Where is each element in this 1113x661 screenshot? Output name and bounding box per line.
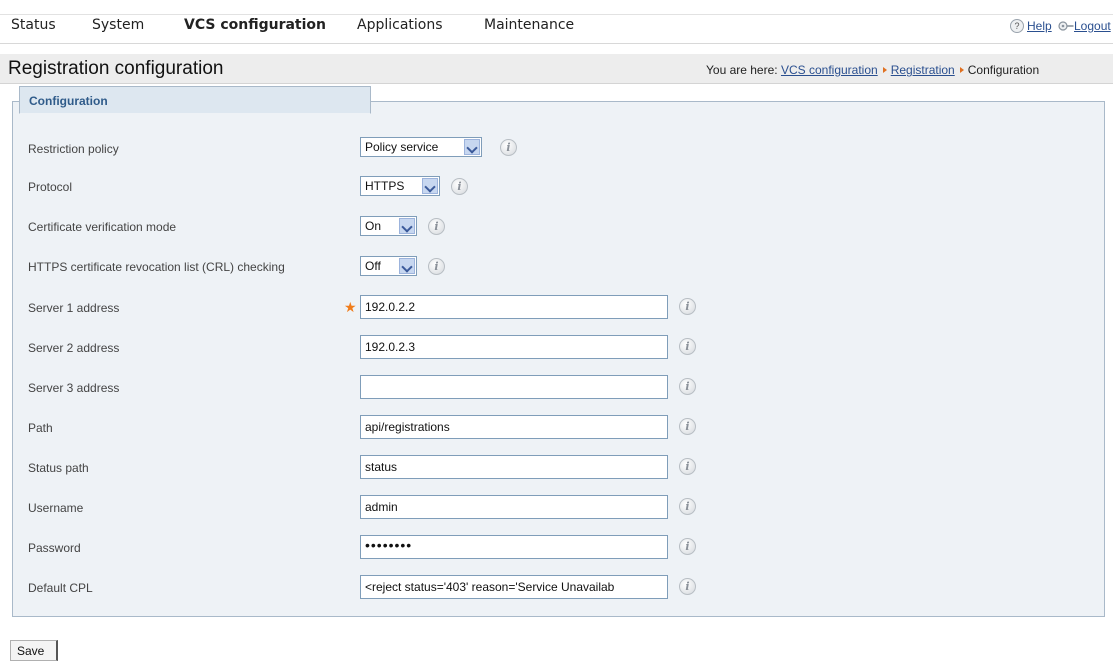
configuration-tab: Configuration: [19, 86, 371, 114]
restriction-policy-label: Restriction policy: [28, 142, 119, 156]
default-cpl-label: Default CPL: [28, 581, 93, 595]
restriction-policy-select[interactable]: Policy service: [360, 137, 482, 157]
crl-checking-label: HTTPS certificate revocation list (CRL) …: [28, 260, 285, 274]
breadcrumb: You are here: VCS configuration Registrat…: [706, 63, 1039, 77]
save-button[interactable]: Save: [10, 640, 58, 661]
nav-vcs-configuration[interactable]: VCS configuration: [184, 17, 326, 33]
info-icon[interactable]: i: [451, 178, 468, 195]
breadcrumb-prefix: You are here:: [706, 63, 778, 77]
server2-address-label: Server 2 address: [28, 341, 120, 355]
help-icon[interactable]: ?: [1010, 19, 1024, 33]
server1-address-input[interactable]: 192.0.2.2: [360, 295, 668, 319]
breadcrumb-current: Configuration: [967, 63, 1040, 77]
certificate-verification-value: On: [365, 219, 382, 233]
info-icon[interactable]: i: [428, 218, 445, 235]
breadcrumb-arrow-icon: [959, 67, 964, 73]
username-input[interactable]: admin: [360, 495, 668, 519]
page-title: Registration configuration: [8, 58, 224, 79]
chevron-down-icon[interactable]: [422, 178, 438, 194]
info-icon[interactable]: i: [679, 458, 696, 475]
breadcrumb-vcs-configuration[interactable]: VCS configuration: [781, 63, 878, 77]
server1-address-label: Server 1 address: [28, 301, 120, 315]
logout-link-wrap: Logout: [1074, 19, 1111, 33]
configuration-tab-label: Configuration: [29, 94, 108, 108]
server2-address-input[interactable]: 192.0.2.3: [360, 335, 668, 359]
info-icon[interactable]: i: [679, 298, 696, 315]
default-cpl-input[interactable]: <reject status='403' reason='Service Una…: [360, 575, 668, 599]
protocol-label: Protocol: [28, 180, 73, 194]
info-icon[interactable]: i: [679, 578, 696, 595]
chevron-down-icon[interactable]: [399, 258, 415, 274]
server3-address-input[interactable]: [360, 375, 668, 399]
protocol-value: HTTPS: [365, 179, 405, 193]
crl-checking-value: Off: [365, 259, 381, 273]
logout-key-icon[interactable]: [1058, 19, 1074, 33]
status-path-label: Status path: [28, 461, 89, 475]
chevron-down-icon[interactable]: [399, 218, 415, 234]
username-label: Username: [28, 501, 84, 515]
certificate-verification-label: Certificate verification mode: [28, 220, 177, 234]
status-path-input[interactable]: status: [360, 455, 668, 479]
password-input[interactable]: ••••••••: [360, 535, 668, 559]
server3-address-label: Server 3 address: [28, 381, 120, 395]
info-icon[interactable]: i: [679, 418, 696, 435]
restriction-policy-value: Policy service: [365, 140, 439, 154]
nav-applications[interactable]: Applications: [357, 17, 443, 33]
info-icon[interactable]: i: [500, 139, 517, 156]
help-link-wrap: Help: [1027, 19, 1052, 33]
chevron-down-icon[interactable]: [464, 139, 480, 155]
info-icon[interactable]: i: [679, 378, 696, 395]
crl-checking-select[interactable]: Off: [360, 256, 417, 276]
logout-link[interactable]: Logout: [1074, 19, 1111, 33]
info-icon[interactable]: i: [679, 538, 696, 555]
required-star-icon: ★: [344, 300, 357, 316]
breadcrumb-arrow-icon: [882, 67, 887, 73]
info-icon[interactable]: i: [679, 338, 696, 355]
info-icon[interactable]: i: [428, 258, 445, 275]
nav-maintenance[interactable]: Maintenance: [484, 17, 574, 33]
path-label: Path: [28, 421, 53, 435]
protocol-select[interactable]: HTTPS: [360, 176, 440, 196]
help-link[interactable]: Help: [1027, 19, 1052, 33]
certificate-verification-select[interactable]: On: [360, 216, 417, 236]
nav-system[interactable]: System: [92, 17, 144, 33]
path-input[interactable]: api/registrations: [360, 415, 668, 439]
info-icon[interactable]: i: [679, 498, 696, 515]
breadcrumb-registration[interactable]: Registration: [891, 63, 955, 77]
nav-status[interactable]: Status: [11, 17, 56, 33]
password-label: Password: [28, 541, 81, 555]
title-bar: Registration configuration You are here:…: [0, 54, 1113, 84]
